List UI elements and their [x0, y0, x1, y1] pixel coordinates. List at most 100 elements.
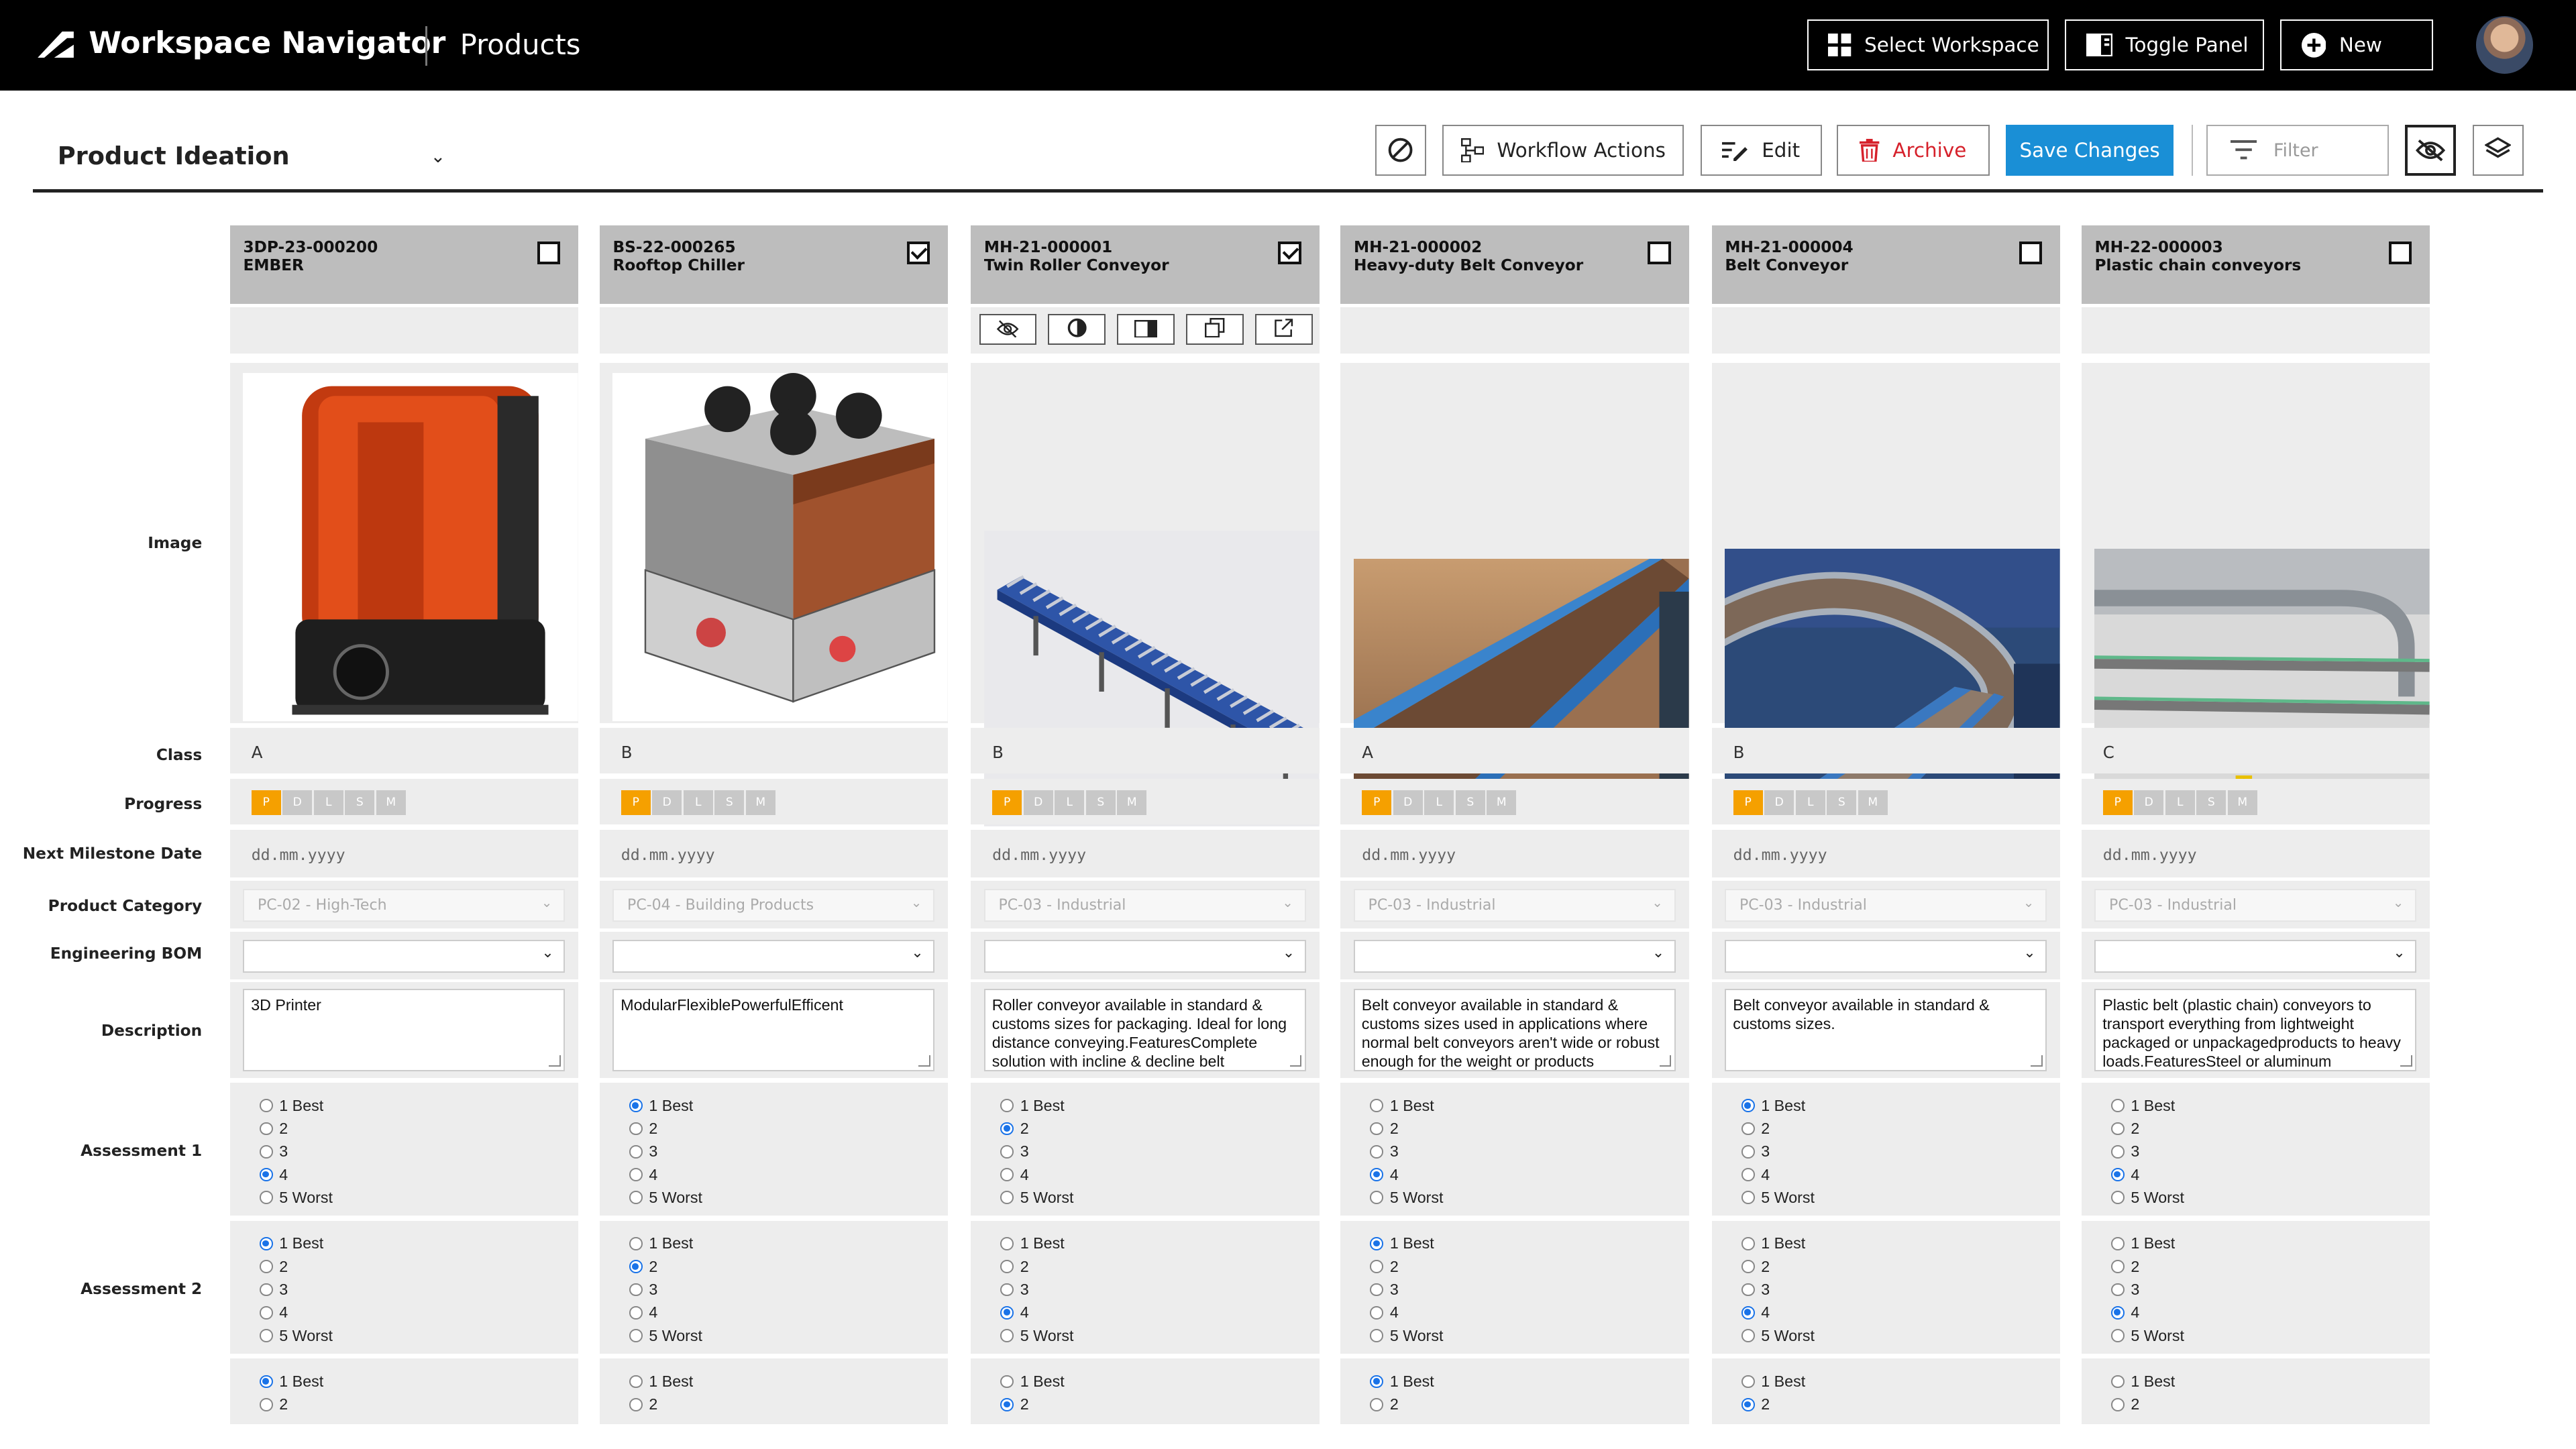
- radio-button[interactable]: [1370, 1329, 1384, 1342]
- select-checkbox[interactable]: [1648, 241, 1671, 265]
- assessment-2-option[interactable]: 3: [259, 1278, 333, 1301]
- radio-button[interactable]: [1370, 1144, 1384, 1159]
- engineering-bom-select[interactable]: ⌄: [983, 939, 1306, 973]
- radio-button[interactable]: [259, 1398, 273, 1411]
- milestone-date-input[interactable]: dd.mm.yyyy: [992, 846, 1086, 864]
- engineering-bom-select[interactable]: ⌄: [2094, 939, 2417, 973]
- assessment-2-option[interactable]: 4: [629, 1301, 702, 1324]
- progress-step[interactable]: D: [652, 790, 682, 815]
- resize-grip-icon[interactable]: [549, 1055, 561, 1067]
- radio-button[interactable]: [1370, 1260, 1384, 1273]
- assessment-2-option[interactable]: 4: [259, 1301, 333, 1324]
- assessment-3-option[interactable]: 2: [1370, 1393, 1434, 1416]
- toggle-panel-button[interactable]: Toggle Panel: [2065, 19, 2264, 71]
- assessment-1-option[interactable]: 3: [1370, 1140, 1443, 1163]
- radio-button[interactable]: [259, 1144, 273, 1159]
- radio-button[interactable]: [2110, 1305, 2125, 1320]
- progress-step[interactable]: M: [2227, 790, 2257, 815]
- description-textarea[interactable]: ModularFlexiblePowerfulEfficent: [612, 989, 935, 1071]
- radio-button[interactable]: [1741, 1191, 1755, 1205]
- radio-button[interactable]: [2110, 1283, 2125, 1297]
- radio-button[interactable]: [1370, 1168, 1384, 1181]
- radio-button[interactable]: [2110, 1398, 2125, 1411]
- milestone-date-input[interactable]: dd.mm.yyyy: [621, 846, 715, 864]
- radio-button[interactable]: [1000, 1237, 1014, 1250]
- resize-grip-icon[interactable]: [918, 1055, 930, 1067]
- assessment-2-option[interactable]: 1 Best: [2110, 1232, 2184, 1255]
- radio-button[interactable]: [1741, 1283, 1755, 1297]
- description-textarea[interactable]: Belt conveyor available in standard & cu…: [1725, 989, 2047, 1071]
- assessment-1-option[interactable]: 4: [1370, 1163, 1443, 1186]
- assessment-3-option[interactable]: 2: [1741, 1393, 1805, 1416]
- block-button[interactable]: [1375, 125, 1426, 176]
- radio-button[interactable]: [1741, 1329, 1755, 1342]
- radio-button[interactable]: [1370, 1283, 1384, 1297]
- radio-button[interactable]: [1741, 1168, 1755, 1181]
- radio-button[interactable]: [629, 1329, 643, 1342]
- resize-grip-icon[interactable]: [2400, 1055, 2412, 1067]
- select-checkbox[interactable]: [2019, 241, 2043, 265]
- assessment-2-option[interactable]: 1 Best: [1370, 1232, 1443, 1255]
- radio-button[interactable]: [629, 1168, 643, 1181]
- engineering-bom-select[interactable]: ⌄: [1353, 939, 1676, 973]
- assessment-2-option[interactable]: 5 Worst: [1741, 1324, 1815, 1347]
- radio-button[interactable]: [1000, 1283, 1014, 1297]
- assessment-2-option[interactable]: 4: [1370, 1301, 1443, 1324]
- radio-button[interactable]: [1000, 1099, 1014, 1112]
- assessment-2-option[interactable]: 2: [1741, 1255, 1815, 1278]
- milestone-date-input[interactable]: dd.mm.yyyy: [2103, 846, 2197, 864]
- assessment-1-option[interactable]: 4: [1000, 1163, 1073, 1186]
- assessment-2-option[interactable]: 4: [2110, 1301, 2184, 1324]
- resize-grip-icon[interactable]: [2031, 1055, 2043, 1067]
- assessment-1-option[interactable]: 2: [629, 1117, 702, 1140]
- radio-button[interactable]: [2110, 1237, 2125, 1250]
- progress-step[interactable]: L: [1795, 790, 1825, 815]
- product-category-select[interactable]: PC-03 - Industrial ⌄: [1353, 888, 1676, 922]
- assessment-1-option[interactable]: 1 Best: [1370, 1094, 1443, 1117]
- progress-step[interactable]: M: [1117, 790, 1147, 815]
- assessment-2-option[interactable]: 3: [2110, 1278, 2184, 1301]
- radio-button[interactable]: [629, 1375, 643, 1389]
- radio-button[interactable]: [259, 1329, 273, 1342]
- new-button[interactable]: New: [2280, 19, 2433, 71]
- hide-columns-button[interactable]: [2405, 125, 2457, 176]
- assessment-3-option[interactable]: 2: [629, 1393, 693, 1416]
- progress-step[interactable]: D: [1764, 790, 1794, 815]
- radio-button[interactable]: [259, 1237, 273, 1250]
- radio-button[interactable]: [1370, 1237, 1384, 1250]
- product-category-select[interactable]: PC-03 - Industrial ⌄: [1725, 888, 2047, 922]
- product-image[interactable]: [243, 372, 579, 722]
- progress-step[interactable]: S: [714, 790, 745, 815]
- description-textarea[interactable]: Plastic belt (plastic chain) conveyors t…: [2094, 989, 2417, 1071]
- assessment-2-option[interactable]: 5 Worst: [1370, 1324, 1444, 1347]
- assessment-2-option[interactable]: 5 Worst: [629, 1324, 702, 1347]
- user-avatar[interactable]: [2475, 16, 2534, 74]
- workspace-selector[interactable]: Product Ideation: [58, 142, 290, 170]
- product-category-select[interactable]: PC-04 - Building Products ⌄: [612, 888, 935, 922]
- radio-button[interactable]: [1000, 1260, 1014, 1273]
- contrast-button[interactable]: [1048, 313, 1106, 345]
- assessment-1-option[interactable]: 2: [2110, 1117, 2184, 1140]
- progress-step[interactable]: S: [2196, 790, 2226, 815]
- assessment-3-option[interactable]: 1 Best: [259, 1370, 323, 1393]
- radio-button[interactable]: [1370, 1375, 1384, 1389]
- product-header[interactable]: MH-21-000004 Belt Conveyor: [1711, 225, 2061, 305]
- radio-button[interactable]: [629, 1398, 643, 1411]
- progress-step[interactable]: P: [1733, 790, 1763, 815]
- assessment-1-option[interactable]: 2: [259, 1117, 333, 1140]
- assessment-2-option[interactable]: 5 Worst: [2110, 1324, 2184, 1347]
- radio-button[interactable]: [259, 1283, 273, 1297]
- description-textarea[interactable]: 3D Printer: [243, 989, 566, 1071]
- assessment-1-option[interactable]: 3: [2110, 1140, 2184, 1163]
- progress-step[interactable]: S: [1085, 790, 1116, 815]
- radio-button[interactable]: [259, 1099, 273, 1112]
- description-textarea[interactable]: Belt conveyor available in standard & cu…: [1353, 989, 1676, 1071]
- radio-button[interactable]: [1000, 1305, 1014, 1320]
- progress-step[interactable]: P: [621, 790, 651, 815]
- save-changes-button[interactable]: Save Changes: [2006, 125, 2174, 176]
- copy-button[interactable]: [1186, 313, 1244, 345]
- radio-button[interactable]: [2110, 1329, 2125, 1342]
- milestone-date-input[interactable]: dd.mm.yyyy: [1362, 846, 1456, 864]
- assessment-1-option[interactable]: 1 Best: [1000, 1094, 1073, 1117]
- progress-step[interactable]: P: [992, 790, 1022, 815]
